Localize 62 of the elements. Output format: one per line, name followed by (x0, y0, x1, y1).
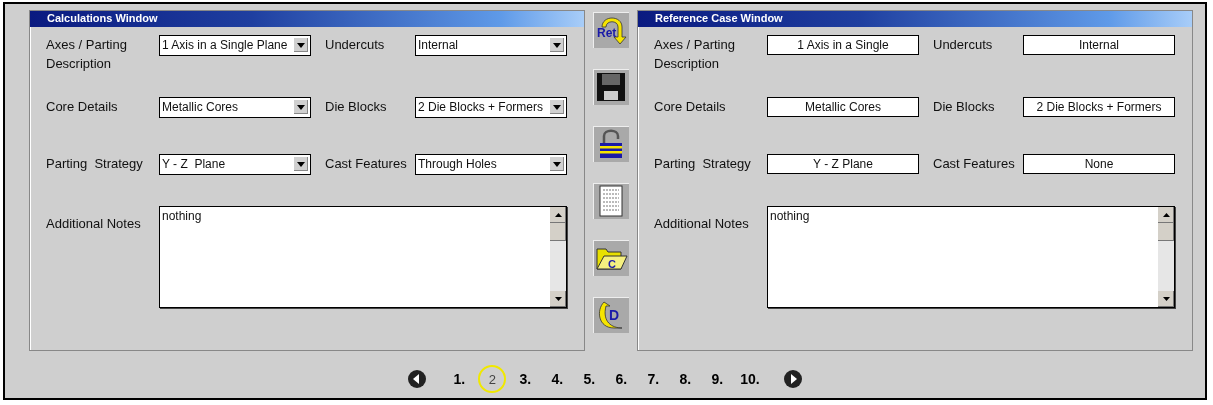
scroll-down-icon[interactable] (1162, 297, 1170, 301)
dropdown[interactable]: 2 Die Blocks + Formers (415, 97, 567, 118)
page-link[interactable]: 3. (512, 365, 539, 393)
toolbar-button[interactable]: D (593, 297, 629, 333)
page-link[interactable]: 8. (672, 365, 699, 393)
page-link[interactable]: 9. (704, 365, 731, 393)
field-label: Cast Features (324, 155, 408, 173)
readonly-field: Metallic Cores (767, 97, 919, 117)
dropdown-arrow-icon (297, 42, 305, 48)
dropdown[interactable]: 1 Axis in a Single Plane (159, 35, 311, 56)
field-label: Additional Notes (46, 215, 142, 233)
next-page-icon[interactable] (783, 370, 802, 388)
page-link[interactable]: 2 (478, 365, 507, 393)
field-label: Parting Strategy (654, 155, 752, 173)
field-label: Additional Notes (654, 215, 750, 233)
page-link[interactable]: 4. (544, 365, 571, 393)
toolbar-button[interactable]: Ret (593, 12, 629, 48)
dropdown[interactable]: Through Holes (415, 154, 567, 175)
field-label: Undercuts (324, 36, 386, 54)
readonly-field: Y - Z Plane (767, 154, 919, 174)
dropdown[interactable]: Metallic Cores (159, 97, 311, 118)
dropdown-arrow-icon (553, 104, 561, 110)
readonly-field: Internal (1023, 35, 1175, 55)
field-label: Axes / Parting Description (654, 36, 736, 73)
scrollbar-thumb[interactable] (1158, 223, 1174, 241)
toolbar-button[interactable]: C (593, 240, 629, 276)
field-label: Parting Strategy (46, 155, 144, 173)
scroll-down-icon[interactable] (554, 297, 562, 301)
scroll-up-icon[interactable] (1162, 213, 1170, 217)
field-label: Die Blocks (932, 98, 996, 116)
scroll-up-icon[interactable] (554, 213, 562, 217)
field-label: Axes / Parting Description (46, 36, 128, 73)
toolbar-button[interactable] (593, 126, 629, 162)
page-link[interactable]: 10. (736, 365, 764, 393)
dropdown-arrow-icon (297, 161, 305, 167)
dropdown[interactable]: Internal (415, 35, 567, 56)
dropdown-arrow-icon (553, 161, 561, 167)
notes-area[interactable]: nothing (767, 206, 1175, 308)
readonly-field: None (1023, 154, 1175, 174)
page-link[interactable]: 7. (640, 365, 667, 393)
scrollbar[interactable] (550, 207, 566, 307)
field-label: Die Blocks (324, 98, 388, 116)
field-label: Core Details (654, 98, 727, 116)
field-label: Core Details (46, 98, 119, 116)
scrollbar[interactable] (1158, 207, 1174, 307)
field-label: Cast Features (932, 155, 1016, 173)
page-link[interactable]: 5. (576, 365, 603, 393)
page-link[interactable]: 6. (608, 365, 635, 393)
panel-title: Reference Case Window (638, 11, 1192, 27)
dropdown-arrow-icon (553, 42, 561, 48)
toolbar-button[interactable] (593, 183, 629, 219)
notes-area[interactable]: nothing (159, 206, 567, 308)
field-label: Undercuts (932, 36, 994, 54)
panel-title: Calculations Window (30, 11, 584, 27)
scrollbar-thumb[interactable] (550, 223, 566, 241)
previous-page-icon[interactable] (408, 370, 427, 388)
save-button[interactable] (593, 69, 629, 105)
page-link[interactable]: 1. (446, 365, 473, 393)
readonly-field: 2 Die Blocks + Formers (1023, 97, 1175, 117)
dropdown-arrow-icon (297, 104, 305, 110)
readonly-field: 1 Axis in a Single (767, 35, 919, 55)
dropdown[interactable]: Y - Z Plane (159, 154, 311, 175)
